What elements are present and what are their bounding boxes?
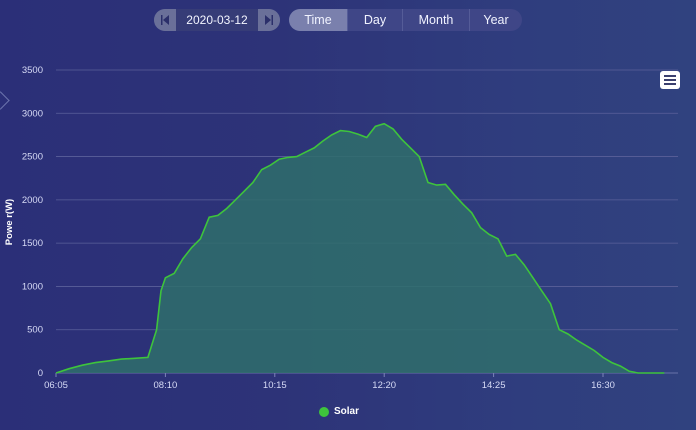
x-tick-label: 10:15 xyxy=(263,380,287,391)
legend-item-solar[interactable]: Solar xyxy=(319,406,359,417)
y-axis-label: Powe r(W) xyxy=(4,199,15,245)
x-tick-label: 08:10 xyxy=(154,380,178,391)
solar-power-chart: 0 500 1000 1500 2000 2500 3000 3500 06:05 08:10 1… xyxy=(4,65,678,391)
y-tick-label: 3500 xyxy=(22,65,43,76)
x-tick-label: 12:20 xyxy=(372,380,396,391)
x-axis-ticks: 06:05 08:10 10:15 12:20 14:25 16:30 xyxy=(44,373,615,391)
y-tick-label: 1000 xyxy=(22,281,43,292)
legend-dot xyxy=(319,406,329,417)
legend-label: Solar xyxy=(334,406,360,417)
solar-area xyxy=(56,123,665,373)
y-tick-label: 2500 xyxy=(22,152,43,163)
y-tick-label: 3000 xyxy=(22,108,43,119)
y-axis-ticks: 0 500 1000 1500 2000 2500 3000 3500 xyxy=(22,65,43,379)
y-tick-label: 0 xyxy=(38,368,43,379)
y-tick-label: 1500 xyxy=(22,238,43,249)
y-tick-label: 2000 xyxy=(22,195,43,206)
x-tick-label: 06:05 xyxy=(44,380,68,391)
y-tick-label: 500 xyxy=(27,325,43,336)
x-tick-label: 14:25 xyxy=(482,380,506,391)
x-tick-label: 16:30 xyxy=(591,380,615,391)
